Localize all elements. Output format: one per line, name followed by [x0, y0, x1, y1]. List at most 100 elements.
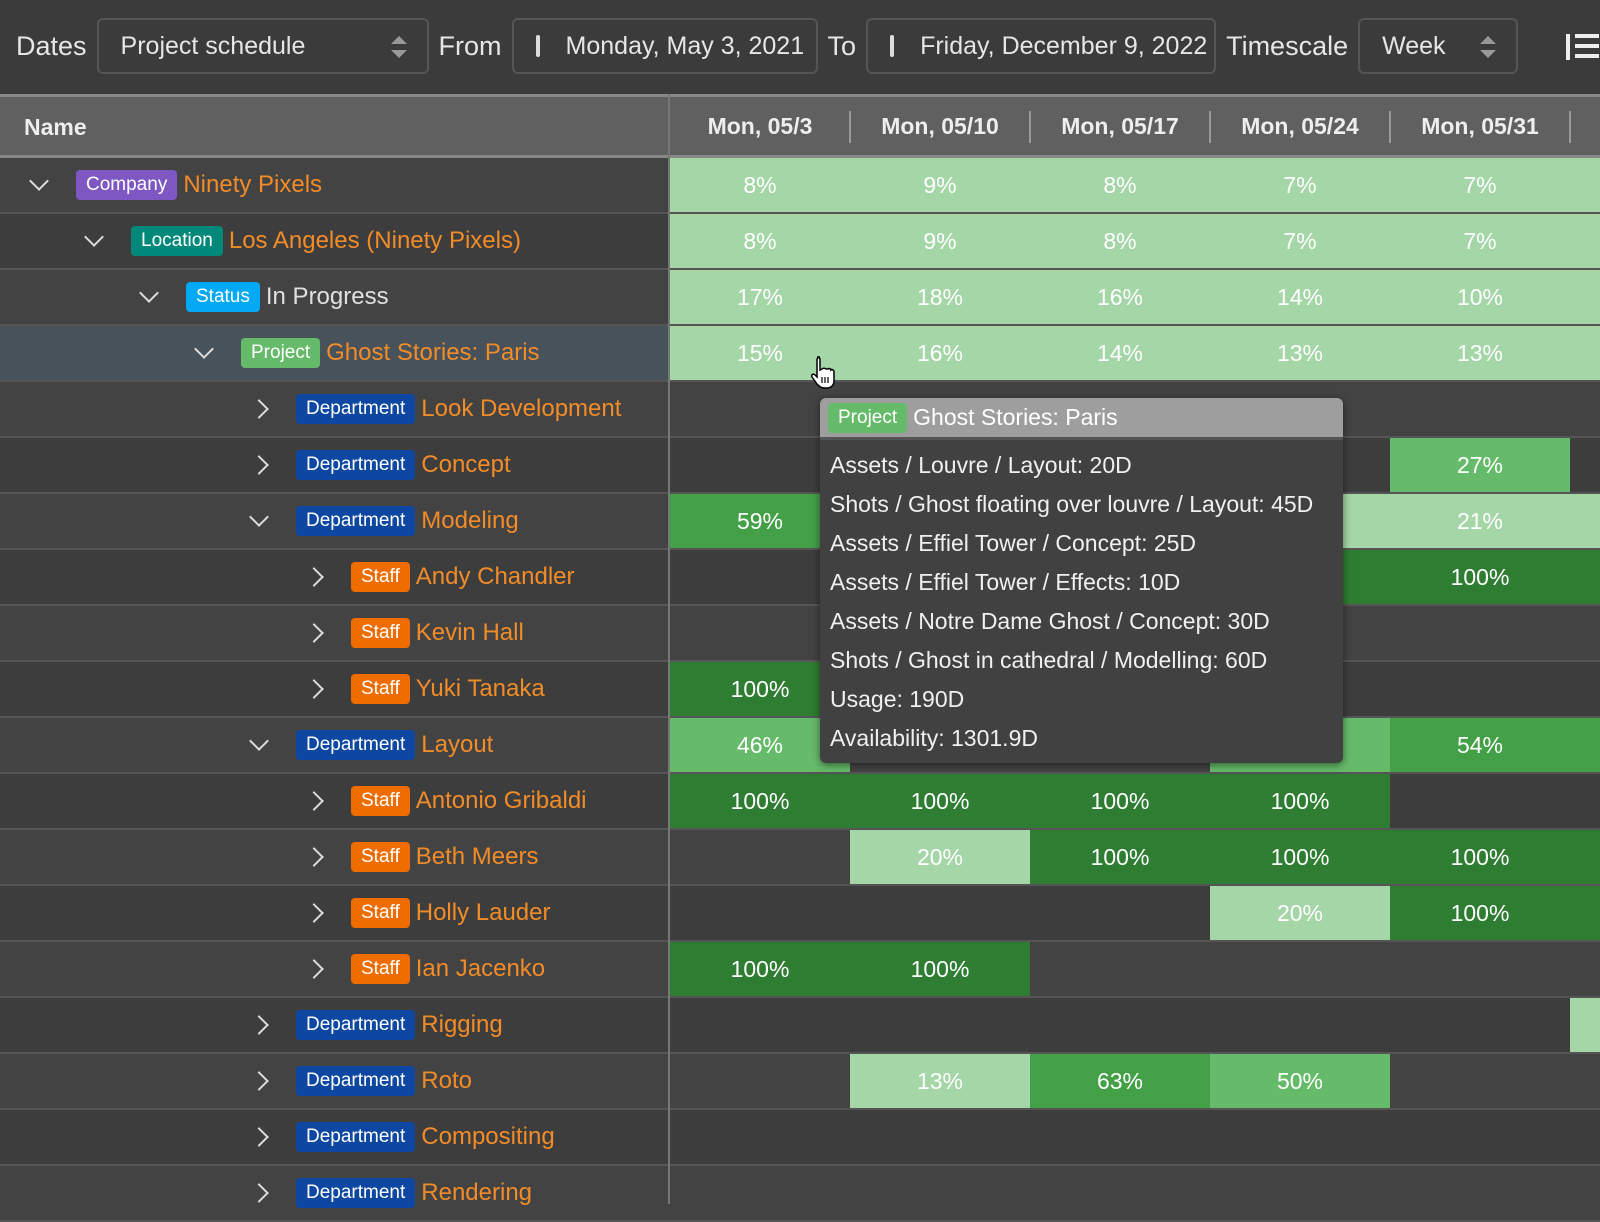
chevron-right-icon[interactable]: [249, 399, 269, 419]
usage-cell[interactable]: [1570, 718, 1600, 772]
chevron-right-icon[interactable]: [304, 567, 324, 587]
usage-cell[interactable]: 50%: [1210, 1054, 1390, 1108]
usage-cell[interactable]: 8%: [1030, 214, 1210, 268]
usage-cell[interactable]: 100%: [1030, 830, 1210, 884]
chevron-right-icon[interactable]: [304, 791, 324, 811]
usage-cell[interactable]: 13%: [1390, 326, 1570, 380]
usage-cell[interactable]: 100%: [1390, 550, 1570, 604]
table-row[interactable]: Staff Beth Meers 20% 100% 100% 100%: [0, 830, 1600, 886]
usage-cell[interactable]: 16%: [850, 326, 1030, 380]
usage-cell[interactable]: [1570, 270, 1600, 324]
row-name[interactable]: Yuki Tanaka: [416, 675, 545, 703]
chevron-right-icon[interactable]: [304, 903, 324, 923]
usage-cell[interactable]: [1570, 214, 1600, 268]
row-name[interactable]: Holly Lauder: [416, 899, 551, 927]
usage-cell[interactable]: [1570, 830, 1600, 884]
table-row[interactable]: Department Roto 13% 63% 50%: [0, 1054, 1600, 1110]
chevron-down-icon[interactable]: [249, 731, 269, 751]
usage-cell[interactable]: 9%: [850, 214, 1030, 268]
row-name[interactable]: Ninety Pixels: [183, 171, 322, 199]
table-row[interactable]: Staff Yuki Tanaka 100%: [0, 662, 1600, 718]
usage-cell[interactable]: 20%: [850, 830, 1030, 884]
chevron-right-icon[interactable]: [249, 455, 269, 475]
chevron-down-icon[interactable]: [84, 227, 104, 247]
row-name[interactable]: Compositing: [421, 1123, 554, 1151]
table-row[interactable]: Department Compositing: [0, 1110, 1600, 1166]
row-name[interactable]: Layout: [421, 731, 493, 759]
row-name[interactable]: Ian Jacenko: [416, 955, 545, 983]
row-name[interactable]: Antonio Gribaldi: [416, 787, 587, 815]
usage-cell[interactable]: 14%: [1030, 326, 1210, 380]
table-row[interactable]: Status In Progress 17% 18% 16% 14% 10%: [0, 270, 1600, 326]
usage-cell[interactable]: [1570, 494, 1600, 548]
usage-cell[interactable]: 54%: [1390, 718, 1570, 772]
table-row[interactable]: Department Rigging: [0, 998, 1600, 1054]
row-name[interactable]: Beth Meers: [416, 843, 539, 871]
timescale-select[interactable]: Week: [1358, 18, 1519, 74]
usage-cell[interactable]: 8%: [670, 214, 850, 268]
row-name[interactable]: Ghost Stories: Paris: [326, 339, 539, 367]
from-date-picker[interactable]: Monday, May 3, 2021: [511, 18, 818, 74]
row-name[interactable]: Los Angeles (Ninety Pixels): [229, 227, 521, 255]
usage-cell[interactable]: 100%: [1210, 774, 1390, 828]
usage-cell[interactable]: [1570, 998, 1600, 1052]
name-column-header[interactable]: Name: [24, 114, 87, 141]
row-name[interactable]: Modeling: [421, 507, 518, 535]
usage-cell[interactable]: 16%: [1030, 270, 1210, 324]
usage-cell[interactable]: [1570, 326, 1600, 380]
usage-cell[interactable]: 13%: [850, 1054, 1030, 1108]
chevron-right-icon[interactable]: [304, 847, 324, 867]
tree-view-icon[interactable]: [1566, 34, 1600, 60]
table-row[interactable]: Staff Holly Lauder 20% 100%: [0, 886, 1600, 942]
table-row[interactable]: Department Concept 27%: [0, 438, 1600, 494]
usage-cell[interactable]: 100%: [670, 774, 850, 828]
table-row[interactable]: Location Los Angeles (Ninety Pixels) 8% 9% 8…: [0, 214, 1600, 270]
usage-cell[interactable]: 21%: [1390, 494, 1570, 548]
row-name[interactable]: In Progress: [266, 283, 389, 311]
table-row[interactable]: Department Layout 46% 54%: [0, 718, 1600, 774]
usage-cell[interactable]: 7%: [1390, 158, 1570, 212]
chevron-down-icon[interactable]: [139, 283, 159, 303]
chevron-right-icon[interactable]: [304, 679, 324, 699]
panel-splitter[interactable]: [668, 94, 670, 1204]
dates-select[interactable]: Project schedule: [96, 18, 429, 74]
row-name[interactable]: Roto: [421, 1067, 472, 1095]
usage-cell[interactable]: 100%: [850, 942, 1030, 996]
usage-cell[interactable]: 8%: [1030, 158, 1210, 212]
usage-cell[interactable]: [1570, 886, 1600, 940]
chevron-down-icon[interactable]: [249, 507, 269, 527]
usage-cell[interactable]: 17%: [670, 270, 850, 324]
usage-cell[interactable]: 100%: [1030, 774, 1210, 828]
usage-cell[interactable]: 63%: [1030, 1054, 1210, 1108]
chevron-right-icon[interactable]: [249, 1071, 269, 1091]
usage-cell[interactable]: 100%: [670, 942, 850, 996]
row-name[interactable]: Andy Chandler: [416, 563, 575, 591]
table-row[interactable]: Project Ghost Stories: Paris 15% 16% 14% 13% 1…: [0, 326, 1600, 382]
usage-cell[interactable]: 10%: [1390, 270, 1570, 324]
to-date-picker[interactable]: Friday, December 9, 2022: [866, 18, 1217, 74]
usage-cell[interactable]: 7%: [1210, 214, 1390, 268]
usage-cell[interactable]: [1570, 550, 1600, 604]
chevron-down-icon[interactable]: [29, 171, 49, 191]
table-row[interactable]: Staff Kevin Hall: [0, 606, 1600, 662]
table-row[interactable]: Department Modeling 59% 21%: [0, 494, 1600, 550]
row-name[interactable]: Kevin Hall: [416, 619, 524, 647]
usage-cell[interactable]: 20%: [1210, 886, 1390, 940]
table-row[interactable]: Staff Ian Jacenko 100% 100%: [0, 942, 1600, 998]
usage-cell[interactable]: 13%: [1210, 326, 1390, 380]
table-row[interactable]: Staff Andy Chandler 100%: [0, 550, 1600, 606]
usage-cell[interactable]: 8%: [670, 158, 850, 212]
usage-cell[interactable]: 9%: [850, 158, 1030, 212]
usage-cell[interactable]: [1570, 158, 1600, 212]
table-row[interactable]: Department Rendering: [0, 1166, 1600, 1222]
table-row[interactable]: Company Ninety Pixels 8% 9% 8% 7% 7%: [0, 158, 1600, 214]
chevron-down-icon[interactable]: [194, 339, 214, 359]
usage-cell[interactable]: 100%: [1210, 830, 1390, 884]
usage-cell[interactable]: 14%: [1210, 270, 1390, 324]
row-name[interactable]: Rigging: [421, 1011, 502, 1039]
chevron-right-icon[interactable]: [249, 1183, 269, 1203]
usage-cell[interactable]: 7%: [1210, 158, 1390, 212]
usage-cell[interactable]: 100%: [850, 774, 1030, 828]
usage-cell[interactable]: 27%: [1390, 438, 1570, 492]
row-name[interactable]: Rendering: [421, 1179, 532, 1207]
